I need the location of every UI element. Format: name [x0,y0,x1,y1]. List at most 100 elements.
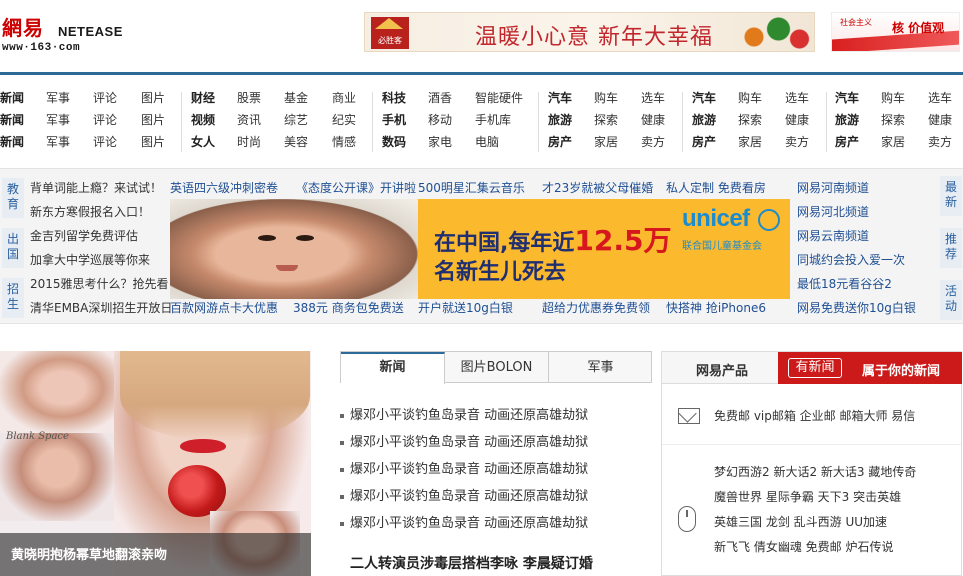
featured-photo[interactable]: Blank Space 黄晓明抱杨幂草地翻滚亲吻 [0,351,311,576]
games-links[interactable]: 英雄三国 龙剑 乱斗西游 UU加速 [714,514,887,530]
nav-link[interactable]: 家电 [428,134,452,150]
promo-link[interactable]: 百款网游点卡大优惠 [170,300,278,316]
promo-tab-abroad[interactable]: 出国 [2,228,24,268]
mail-links[interactable]: 免费邮 vip邮箱 企业邮 邮箱大师 易信 [714,408,915,424]
side-banner-ad[interactable]: 社会主义 核 价值观 [831,12,960,52]
nav-link[interactable]: 新闻 [0,90,24,106]
promo-tab-admissions[interactable]: 招生 [2,278,24,318]
nav-link[interactable]: 健康 [641,112,665,128]
nav-link[interactable]: 科技 [382,90,406,106]
nav-link[interactable]: 综艺 [284,112,308,128]
promo-link[interactable]: 最低18元看谷谷2 [797,276,892,292]
promo-link[interactable]: 清华EMBA深圳招生开放日 [30,300,172,316]
nav-link[interactable]: 图片 [141,112,165,128]
nav-link[interactable]: 选车 [928,90,952,106]
nav-link[interactable]: 视频 [191,112,215,128]
nav-link[interactable]: 美容 [284,134,308,150]
promo-link[interactable]: 2015雅思考什么？抢先看 [30,276,169,292]
news-item[interactable]: 爆邓小平谈钓鱼岛录音 动画还原高雄劫狱 [340,485,588,504]
games-links[interactable]: 梦幻西游2 新大话2 新大话3 藏地传奇 [714,464,916,480]
promo-link[interactable]: 加拿大中学巡展等你来 [30,252,150,268]
top-banner-ad[interactable]: 必胜客 温暖小心意 新年大幸福 [364,12,815,52]
nav-link[interactable]: 购车 [594,90,618,106]
nav-link[interactable]: 军事 [46,112,70,128]
tab-photos[interactable]: 图片BOLON [445,352,549,383]
promo-link[interactable]: 网易免费送你10g白银 [797,300,916,316]
promo-link[interactable]: 新东方寒假报名入口！ [30,204,150,220]
news-headline[interactable]: 二人转演员涉毒层搭档李咏 李晨疑订婚 [350,553,593,573]
nav-link[interactable]: 卖方 [641,134,665,150]
news-item[interactable]: 爆邓小平谈钓鱼岛录音 动画还原高雄劫狱 [340,458,588,477]
games-links[interactable]: 魔兽世界 星际争霸 天下3 突击英雄 [714,489,901,505]
nav-link[interactable]: 评论 [93,90,117,106]
promo-link[interactable]: 网易河北频道 [797,204,869,220]
nav-link[interactable]: 财经 [191,90,215,106]
nav-link[interactable]: 军事 [46,90,70,106]
nav-link[interactable]: 手机库 [475,112,511,128]
nav-link[interactable]: 汽车 [835,90,859,106]
nav-link[interactable]: 手机 [382,112,406,128]
tab-news[interactable]: 新闻 [341,352,445,384]
netease-logo[interactable]: 網易 NETEASE www·163·com [2,8,132,60]
nav-link[interactable]: 家居 [594,134,618,150]
unicef-banner-ad[interactable]: 在中国,每年近12.5万 名新生儿死去 unicef 联合国儿童基金会 [170,199,790,299]
tab-military[interactable]: 军事 [549,352,652,383]
promo-link[interactable]: 网易河南频道 [797,180,869,196]
nav-link[interactable]: 智能硬件 [475,90,523,106]
nav-link[interactable]: 选车 [641,90,665,106]
nav-link[interactable]: 家居 [881,134,905,150]
nav-link[interactable]: 女人 [191,134,215,150]
nav-link[interactable]: 旅游 [835,112,859,128]
nav-link[interactable]: 房产 [692,134,716,150]
news-app-badge[interactable]: 有新闻 属于你的新闻 [778,352,962,384]
nav-link[interactable]: 汽车 [548,90,572,106]
promo-link[interactable]: 私人定制 免费看房 [666,180,766,196]
nav-link[interactable]: 资讯 [237,112,261,128]
nav-link[interactable]: 评论 [93,112,117,128]
promo-link[interactable]: 同城约会投入爱一次 [797,252,905,268]
photo-caption[interactable]: 黄晓明抱杨幂草地翻滚亲吻 [11,544,167,563]
promo-link[interactable]: 英语四六级冲刺密卷 [170,180,278,196]
nav-link[interactable]: 酒香 [428,90,452,106]
nav-link[interactable]: 选车 [785,90,809,106]
news-item[interactable]: 爆邓小平谈钓鱼岛录音 动画还原高雄劫狱 [340,512,588,531]
nav-link[interactable]: 房产 [835,134,859,150]
nav-link[interactable]: 家居 [738,134,762,150]
promo-link[interactable]: 背单词能上瘾？来试试！ [30,180,162,196]
nav-link[interactable]: 基金 [284,90,308,106]
nav-link[interactable]: 房产 [548,134,572,150]
nav-link[interactable]: 探索 [881,112,905,128]
promo-link[interactable]: 快搭神 抢iPhone6 [666,300,766,316]
nav-link[interactable]: 数码 [382,134,406,150]
nav-link[interactable]: 汽车 [692,90,716,106]
nav-link[interactable]: 卖方 [928,134,952,150]
nav-link[interactable]: 健康 [785,112,809,128]
promo-tab-latest[interactable]: 最新 [940,176,962,216]
nav-link[interactable]: 评论 [93,134,117,150]
promo-link[interactable]: 388元 商务包免费送 [293,300,404,316]
promo-link[interactable]: 开户就送10g白银 [418,300,513,316]
nav-link[interactable]: 电脑 [475,134,499,150]
promo-tab-events[interactable]: 活动 [940,280,962,320]
nav-link[interactable]: 图片 [141,90,165,106]
nav-link[interactable]: 购车 [881,90,905,106]
products-title[interactable]: 网易产品 [696,360,748,379]
nav-link[interactable]: 时尚 [237,134,261,150]
news-item[interactable]: 爆邓小平谈钓鱼岛录音 动画还原高雄劫狱 [340,404,588,423]
nav-link[interactable]: 军事 [46,134,70,150]
nav-link[interactable]: 图片 [141,134,165,150]
promo-link[interactable]: 500明星汇集云音乐 [418,180,525,196]
nav-link[interactable]: 情感 [332,134,356,150]
promo-link[interactable]: 金吉列留学免费评估 [30,228,138,244]
nav-link[interactable]: 新闻 [0,134,24,150]
games-links[interactable]: 新飞飞 倩女幽魂 免费邮 炉石传说 [714,539,893,555]
nav-link[interactable]: 股票 [237,90,261,106]
nav-link[interactable]: 健康 [928,112,952,128]
nav-link[interactable]: 卖方 [785,134,809,150]
nav-link[interactable]: 旅游 [692,112,716,128]
promo-link[interactable]: 网易云南频道 [797,228,869,244]
nav-link[interactable]: 新闻 [0,112,24,128]
news-item[interactable]: 爆邓小平谈钓鱼岛录音 动画还原高雄劫狱 [340,431,588,450]
nav-link[interactable]: 探索 [594,112,618,128]
promo-tab-education[interactable]: 教育 [2,178,24,218]
